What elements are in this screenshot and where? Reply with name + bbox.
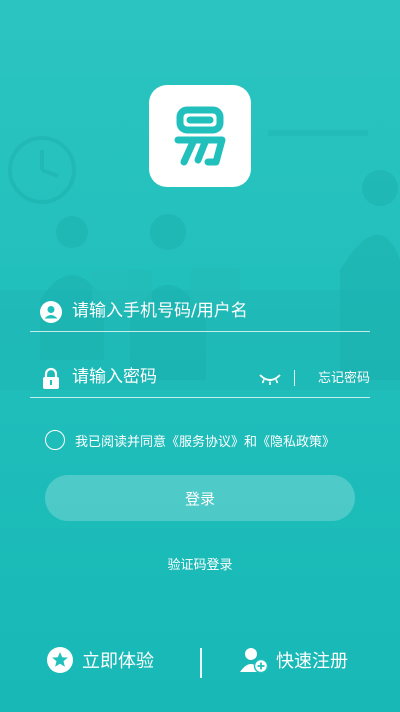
password-placeholder: 请输入密码 <box>72 367 157 387</box>
app-logo <box>149 85 251 187</box>
star-icon <box>47 647 73 673</box>
agreement-conjunction: 和 <box>244 434 258 450</box>
add-user-icon <box>240 648 268 674</box>
try-now-label: 立即体验 <box>82 651 154 672</box>
forgot-divider <box>294 370 295 386</box>
lock-icon <box>43 367 59 389</box>
forgot-password-link[interactable]: 忘记密码 <box>318 367 370 386</box>
yi-character-logo-icon <box>174 106 226 166</box>
user-icon <box>40 301 62 323</box>
try-now-button[interactable]: 立即体验 <box>46 644 154 676</box>
login-button[interactable]: 登录 <box>45 475 355 521</box>
sms-login-link[interactable]: 验证码登录 <box>0 554 400 573</box>
agreement-radio[interactable] <box>45 430 65 450</box>
service-agreement-link[interactable]: 《服务协议》 <box>166 435 244 450</box>
agreement-row: 我已阅读并同意《服务协议》和《隐私政策》 <box>45 430 335 450</box>
password-field[interactable]: 请输入密码 忘记密码 <box>30 346 370 398</box>
bottom-divider <box>200 648 202 678</box>
eye-closed-icon[interactable] <box>258 371 282 387</box>
username-placeholder: 请输入手机号码/用户名 <box>72 301 248 321</box>
privacy-policy-link[interactable]: 《隐私政策》 <box>257 435 335 450</box>
quick-register-label: 快速注册 <box>276 651 348 672</box>
username-field[interactable]: 请输入手机号码/用户名 <box>30 280 370 332</box>
quick-register-button[interactable]: 快速注册 <box>240 644 348 676</box>
agreement-prefix: 我已阅读并同意 <box>75 434 167 450</box>
